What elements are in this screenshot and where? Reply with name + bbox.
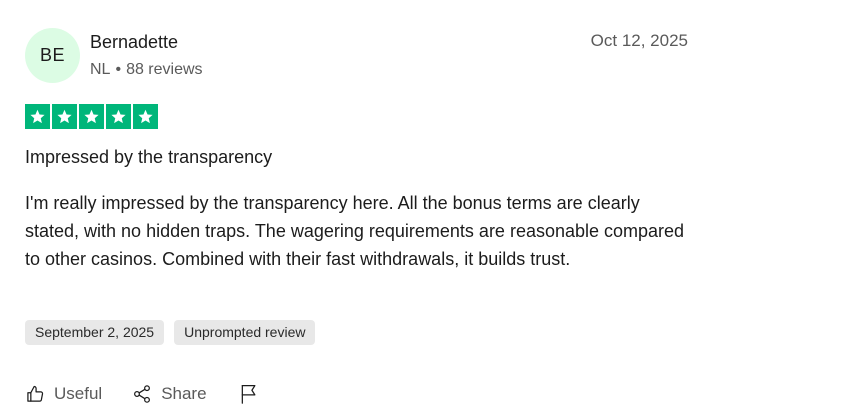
useful-button[interactable]: Useful <box>25 384 102 404</box>
reviewer-meta: NL • 88 reviews <box>90 61 203 79</box>
reviewer-review-count: 88 reviews <box>126 61 203 78</box>
review-card: BE Bernadette NL • 88 reviews Oct 12, 2025… <box>25 28 690 404</box>
review-header: BE Bernadette NL • 88 reviews Oct 12, 2025 <box>25 28 690 84</box>
unprompted-review-tag[interactable]: Unprompted review <box>174 320 316 345</box>
review-body: I'm really impressed by the transparency… <box>25 193 685 269</box>
share-label: Share <box>161 384 207 403</box>
flag-icon <box>239 383 259 405</box>
thumbs-up-icon <box>25 384 45 404</box>
star-rating <box>25 104 158 129</box>
reviewer-name[interactable]: Bernadette <box>90 32 178 53</box>
useful-label: Useful <box>54 384 103 403</box>
reviewer-country: NL <box>90 61 111 78</box>
report-button[interactable] <box>239 383 259 405</box>
star-icon <box>25 104 50 129</box>
review-title: Impressed by the transparency <box>25 147 273 167</box>
share-icon <box>132 384 152 404</box>
avatar[interactable]: BE <box>25 28 80 83</box>
review-tags: September 2, 2025 Unprompted review <box>25 320 316 345</box>
review-actions: Useful Share <box>25 383 259 405</box>
star-icon <box>106 104 131 129</box>
review-date: Oct 12, 2025 <box>590 31 688 50</box>
star-icon <box>52 104 77 129</box>
star-icon <box>79 104 104 129</box>
star-icon <box>133 104 158 129</box>
experience-date-tag: September 2, 2025 <box>25 320 165 345</box>
share-button[interactable]: Share <box>132 384 207 404</box>
meta-separator: • <box>115 61 122 78</box>
